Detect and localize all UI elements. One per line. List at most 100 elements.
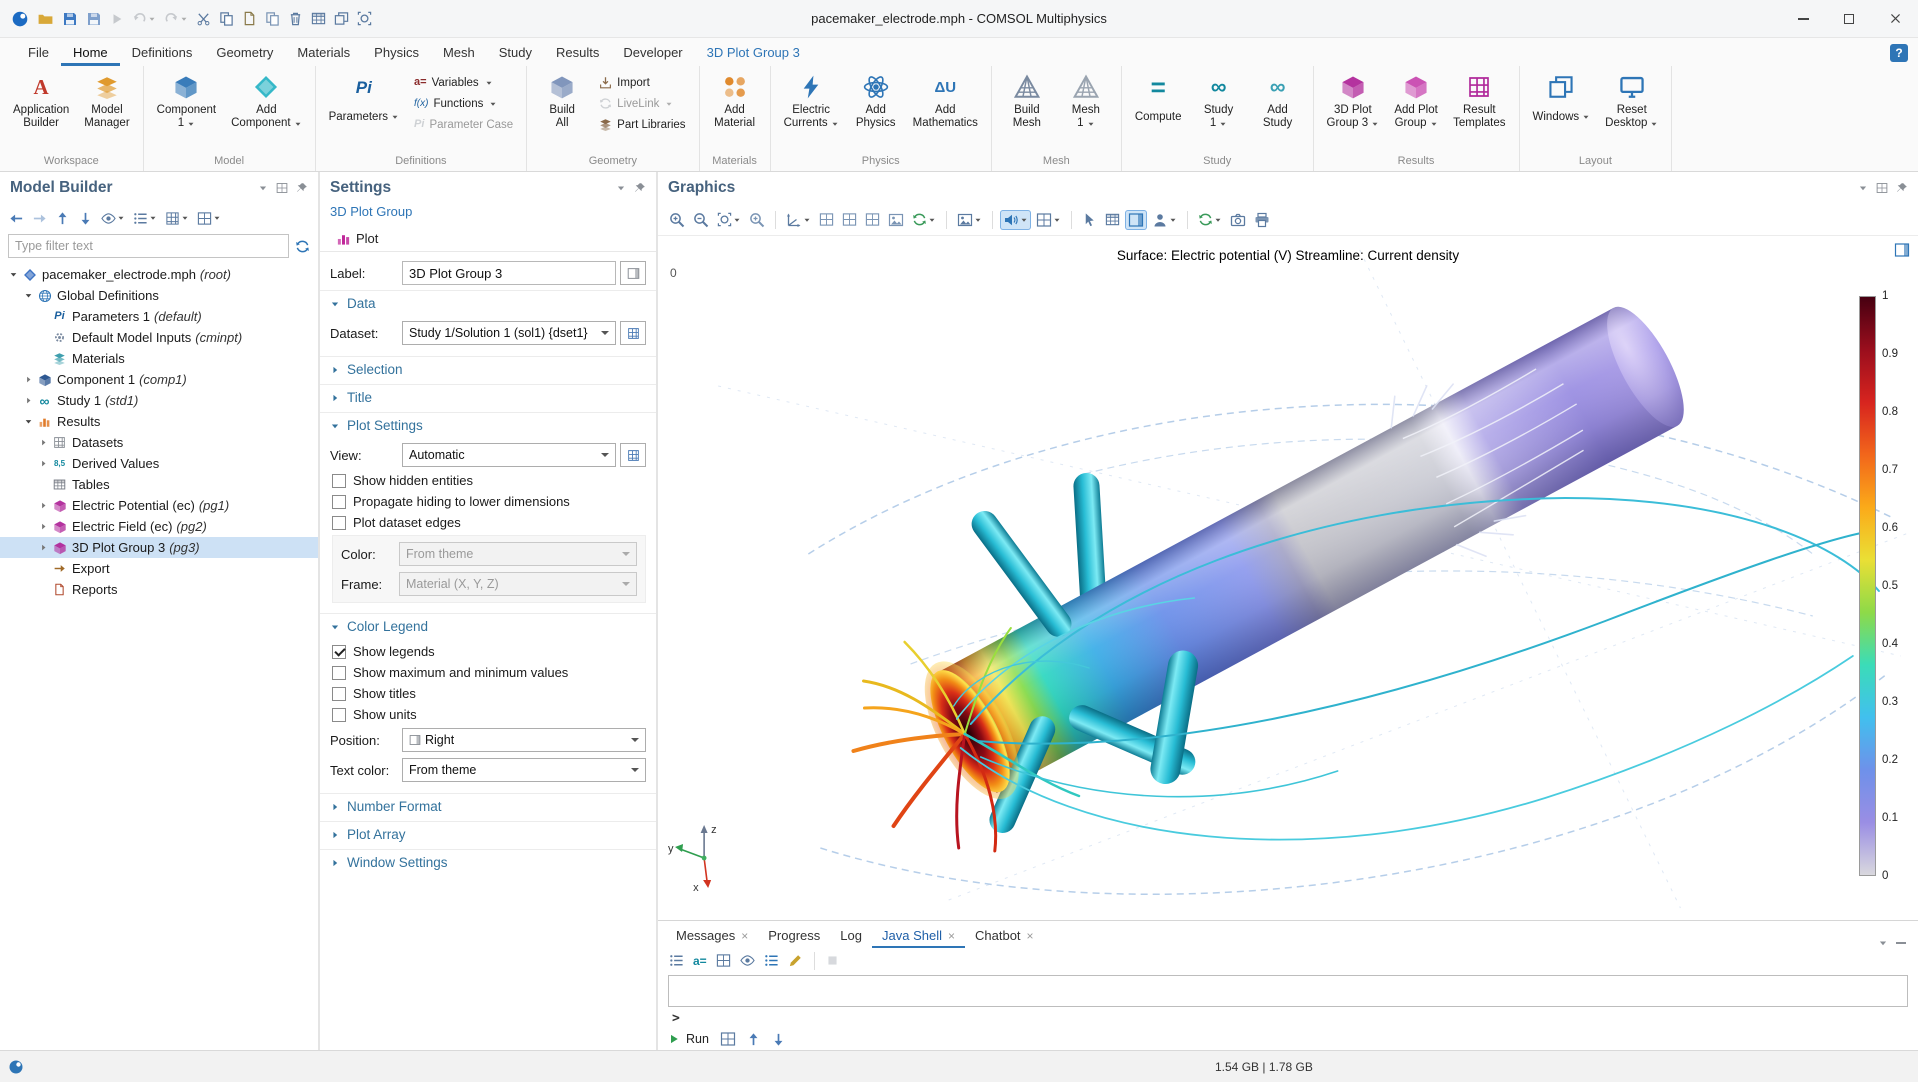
tab-java-shell[interactable]: Java Shell× bbox=[872, 924, 965, 948]
ribbon-tab-mesh[interactable]: Mesh bbox=[431, 40, 487, 66]
tab-progress[interactable]: Progress bbox=[758, 924, 830, 948]
zoom-extents-button[interactable] bbox=[714, 210, 744, 229]
show-side-panel-icon[interactable] bbox=[1894, 242, 1910, 258]
dataset-edit-button[interactable] bbox=[620, 321, 646, 345]
ribbon-tab-physics[interactable]: Physics bbox=[362, 40, 431, 66]
panel-menu-icon[interactable] bbox=[258, 183, 268, 193]
ribbon-tab-developer[interactable]: Developer bbox=[611, 40, 694, 66]
qat-delete-button[interactable] bbox=[285, 8, 306, 29]
ribbon-parameter-case-button[interactable]: PiParameter Case bbox=[408, 114, 519, 135]
tree-chevron-icon[interactable] bbox=[36, 543, 50, 552]
checkbox-propagate-hiding-to-lower-dimensions[interactable]: Propagate hiding to lower dimensions bbox=[320, 491, 656, 512]
ribbon-tab-file[interactable]: File bbox=[16, 40, 61, 66]
mb-toolbar-options-button[interactable] bbox=[162, 209, 192, 228]
update-plot-button[interactable] bbox=[1195, 210, 1225, 229]
view-xy-button[interactable] bbox=[816, 210, 837, 229]
text-color-select[interactable]: From theme bbox=[402, 758, 646, 782]
float-panel-icon[interactable] bbox=[1876, 182, 1888, 194]
checkbox-show-legends[interactable]: Show legends bbox=[320, 641, 656, 662]
tab-log[interactable]: Log bbox=[830, 924, 872, 948]
qat-paste-button[interactable] bbox=[239, 8, 260, 29]
tree-item-parameters-1[interactable]: PiParameters 1(default) bbox=[0, 306, 318, 327]
plot-in-window-button[interactable] bbox=[1033, 210, 1064, 230]
qat-copy-button[interactable] bbox=[216, 8, 237, 29]
qat-undo-button[interactable] bbox=[129, 8, 159, 29]
ribbon-add-plot-group-button[interactable]: Add PlotGroup bbox=[1388, 69, 1444, 133]
scene-settings-button[interactable] bbox=[1149, 210, 1180, 230]
tree-item-electric-field-ec[interactable]: Electric Field (ec)(pg2) bbox=[0, 516, 318, 537]
ribbon-build-mesh-button[interactable]: BuildMesh bbox=[999, 69, 1055, 133]
qat-table-button[interactable] bbox=[308, 8, 329, 29]
tree-chevron-icon[interactable] bbox=[36, 438, 50, 447]
tree-item-3d-plot-group-3[interactable]: 3D Plot Group 3(pg3) bbox=[0, 537, 318, 558]
view-select[interactable]: Automatic bbox=[402, 443, 616, 467]
view-zx-button[interactable] bbox=[862, 210, 883, 229]
ribbon-reset-desktop-button[interactable]: ResetDesktop bbox=[1599, 69, 1664, 133]
mb-move-down-button[interactable] bbox=[75, 209, 96, 228]
tree-chevron-icon[interactable] bbox=[36, 459, 50, 468]
go-to-default-view-button[interactable] bbox=[783, 210, 814, 230]
qat-save-as-button[interactable] bbox=[83, 8, 105, 30]
position-select[interactable]: Right bbox=[402, 728, 646, 752]
tree-item-tables[interactable]: Tables bbox=[0, 474, 318, 495]
tree-item-pacemaker-electrode-mph[interactable]: pacemaker_electrode.mph(root) bbox=[0, 264, 318, 285]
section-title[interactable]: Title bbox=[320, 384, 656, 410]
panel-menu-icon[interactable] bbox=[1878, 938, 1888, 948]
graphics-canvas[interactable]: z y x Surface: Electric potential (V) St… bbox=[658, 236, 1918, 920]
zoom-out-button[interactable] bbox=[690, 210, 712, 230]
select-mode-button[interactable] bbox=[1079, 210, 1100, 229]
qat-cut-button[interactable] bbox=[193, 8, 214, 29]
ribbon-mesh-1-button[interactable]: Mesh1 bbox=[1058, 69, 1114, 133]
tree-item-results[interactable]: Results bbox=[0, 411, 318, 432]
ribbon-tab-geometry[interactable]: Geometry bbox=[204, 40, 285, 66]
ribbon-study-1-button[interactable]: ∞Study1 bbox=[1191, 69, 1247, 133]
help-button[interactable]: ? bbox=[1890, 44, 1908, 62]
ribbon-tab-study[interactable]: Study bbox=[487, 40, 544, 66]
ribbon-functions-button[interactable]: f(x)Functions bbox=[408, 93, 519, 114]
dataset-select[interactable]: Study 1/Solution 1 (sol1) {dset1} bbox=[402, 321, 616, 345]
ribbon-add-material-button[interactable]: AddMaterial bbox=[707, 69, 763, 133]
section-selection[interactable]: Selection bbox=[320, 356, 656, 382]
pin-icon[interactable] bbox=[1896, 182, 1908, 194]
qat-comsol-logo-button[interactable] bbox=[8, 7, 32, 31]
mb-back-button[interactable] bbox=[6, 209, 27, 228]
checkbox-show-maximum-and-minimum-values[interactable]: Show maximum and minimum values bbox=[320, 662, 656, 683]
tree-item-electric-potential-ec[interactable]: Electric Potential (ec)(pg1) bbox=[0, 495, 318, 516]
shell-edit-button[interactable] bbox=[785, 951, 806, 970]
java-shell-output[interactable] bbox=[668, 975, 1908, 1007]
shell-tree-view-button[interactable] bbox=[666, 951, 687, 970]
checkbox-show-units[interactable]: Show units bbox=[320, 704, 656, 725]
section-color-legend[interactable]: Color Legend bbox=[320, 613, 656, 639]
qat-redo-button[interactable] bbox=[161, 8, 191, 29]
tree-item-global-definitions[interactable]: Global Definitions bbox=[0, 285, 318, 306]
tree-item-component-1[interactable]: Component 1(comp1) bbox=[0, 369, 318, 390]
ribbon-tab-definitions[interactable]: Definitions bbox=[120, 40, 205, 66]
ribbon-add-mathematics-button[interactable]: ΔUAddMathematics bbox=[907, 69, 984, 133]
ribbon-3d-plot-group-3-button[interactable]: 3D PlotGroup 3 bbox=[1321, 69, 1386, 133]
qat-zoom-extents-button[interactable] bbox=[354, 8, 375, 29]
float-panel-icon[interactable] bbox=[276, 182, 288, 194]
tree-chevron-icon[interactable] bbox=[36, 501, 50, 510]
shell-expand-all-button[interactable] bbox=[713, 951, 734, 970]
mb-show-button[interactable] bbox=[98, 209, 128, 228]
side-panel-button[interactable] bbox=[1125, 210, 1147, 230]
print-button[interactable] bbox=[1251, 210, 1273, 230]
3d-plot-scene[interactable]: z y x bbox=[658, 236, 1918, 920]
close-tab-icon[interactable]: × bbox=[1027, 929, 1034, 943]
shell-history-button[interactable] bbox=[737, 951, 758, 970]
close-tab-icon[interactable]: × bbox=[741, 929, 748, 943]
plot-button[interactable]: Plot bbox=[328, 228, 386, 249]
section-window-settings[interactable]: Window Settings bbox=[320, 849, 656, 875]
ribbon-add-study-button[interactable]: ∞AddStudy bbox=[1250, 69, 1306, 133]
pin-icon[interactable] bbox=[634, 182, 646, 194]
animation-button[interactable] bbox=[885, 210, 907, 230]
mb-model-tree-node-text-button[interactable] bbox=[130, 209, 160, 228]
ribbon-component-1-button[interactable]: Component1 bbox=[151, 69, 222, 133]
sound-button[interactable] bbox=[1000, 210, 1031, 230]
tree-chevron-icon[interactable] bbox=[21, 291, 35, 300]
tab-messages[interactable]: Messages× bbox=[666, 924, 758, 948]
tree-chevron-icon[interactable] bbox=[21, 375, 35, 384]
ribbon-livelink-button[interactable]: LiveLink bbox=[593, 93, 691, 114]
rotate-view-button[interactable] bbox=[909, 210, 939, 229]
ribbon-variables-button[interactable]: a=Variables bbox=[408, 72, 519, 93]
